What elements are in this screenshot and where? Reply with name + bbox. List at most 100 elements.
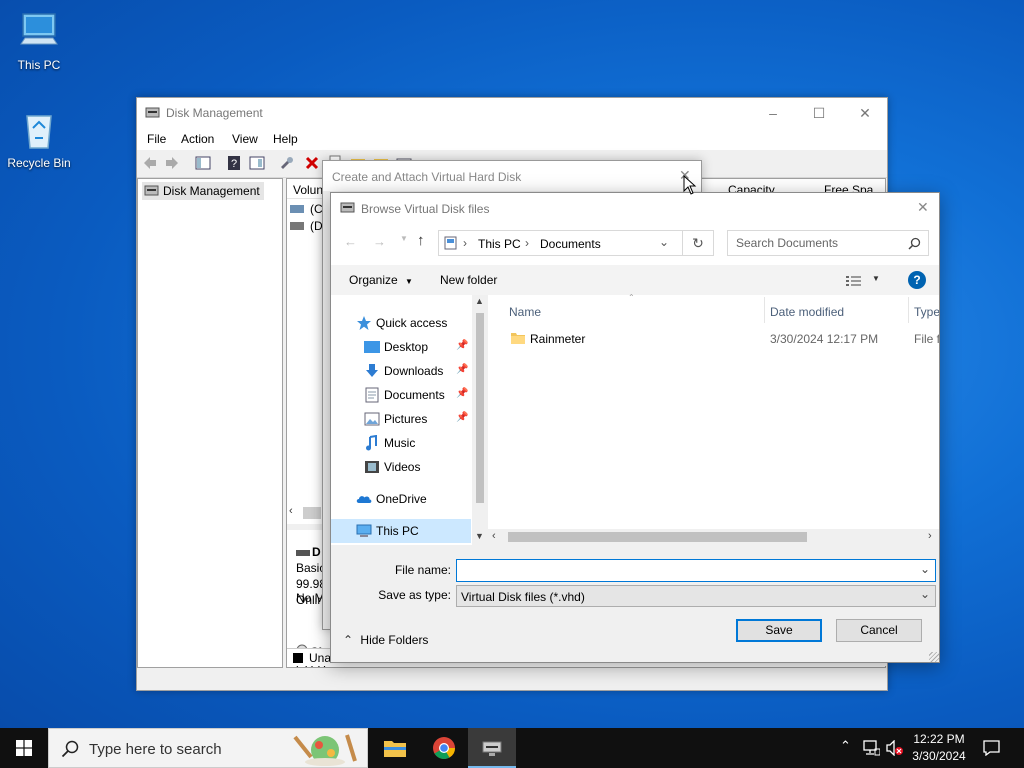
scroll-thumb[interactable] xyxy=(508,532,807,542)
this-pc-icon xyxy=(444,236,457,250)
forward-icon[interactable] xyxy=(164,155,180,171)
close-button[interactable]: ✕ xyxy=(842,98,888,128)
help-icon[interactable]: ? xyxy=(226,155,242,171)
address-bar[interactable]: › This PC › Documents ⌄ xyxy=(438,230,683,256)
file-name-input[interactable] xyxy=(461,562,911,580)
back-button[interactable]: ← xyxy=(344,234,357,249)
menu-view[interactable]: View xyxy=(232,132,258,146)
pin-icon[interactable]: 📌 xyxy=(456,412,468,423)
dialog-footer: File name: ⌄ Save as type: Virtual Disk … xyxy=(331,545,939,662)
properties-icon[interactable] xyxy=(249,155,265,171)
file-date: 3/30/2024 12:17 PM xyxy=(770,332,879,346)
scroll-left-arrow[interactable]: ‹ xyxy=(492,530,496,542)
nav-quick-access[interactable]: Quick access xyxy=(331,311,471,335)
computer-icon xyxy=(20,13,58,45)
nav-label: OneDrive xyxy=(376,492,427,506)
recent-locations-button[interactable]: ▼ xyxy=(400,234,408,243)
scroll-thumb[interactable] xyxy=(476,313,484,503)
refresh-button[interactable]: ↻ xyxy=(682,230,714,256)
back-icon[interactable] xyxy=(142,155,158,171)
show-hide-tree-icon[interactable] xyxy=(195,155,211,171)
scroll-up-arrow[interactable]: ▲ xyxy=(475,296,484,306)
scroll-left-button[interactable]: ‹ xyxy=(289,505,301,519)
save-as-type-value: Virtual Disk files (*.vhd) xyxy=(461,590,585,604)
pin-icon[interactable]: 📌 xyxy=(456,340,468,351)
windows-logo-icon xyxy=(16,740,32,756)
forward-button[interactable]: → xyxy=(373,234,386,249)
hide-folders-button[interactable]: ⌃ Hide Folders xyxy=(343,633,428,647)
chevron-down-icon: ⌄ xyxy=(920,587,931,601)
nav-videos[interactable]: Videos xyxy=(331,455,471,479)
taskbar-disk-management[interactable] xyxy=(468,728,516,768)
pin-icon[interactable]: 📌 xyxy=(456,388,468,399)
menu-file[interactable]: File xyxy=(147,132,166,146)
scroll-right-arrow[interactable]: › xyxy=(928,530,932,542)
nav-downloads[interactable]: Downloads 📌 xyxy=(331,359,471,383)
recycle-bin-icon xyxy=(26,115,52,149)
up-button[interactable]: ↑ xyxy=(417,232,425,249)
desktop-icon-recycle-bin[interactable]: Recycle Bin xyxy=(1,108,77,170)
breadcrumb-documents[interactable]: Documents xyxy=(540,237,601,251)
network-icon[interactable] xyxy=(863,740,880,756)
sort-indicator-icon: ⌃ xyxy=(628,293,635,302)
save-button[interactable]: Save xyxy=(736,619,822,642)
resize-grip[interactable] xyxy=(929,652,939,662)
menu-action[interactable]: Action xyxy=(181,132,214,146)
tree-item-disk-management[interactable]: Disk Management xyxy=(142,182,264,200)
disk-management-icon xyxy=(340,202,355,213)
view-options-dropdown-icon[interactable]: ▼ xyxy=(872,274,880,283)
column-header-date-modified[interactable]: Date modified xyxy=(770,305,844,319)
scroll-thumb[interactable] xyxy=(303,507,321,519)
desktop-icon xyxy=(364,341,380,353)
column-header-name[interactable]: Name xyxy=(509,305,541,319)
desktop-icon-label: Recycle Bin xyxy=(7,156,71,170)
nav-desktop[interactable]: Desktop 📌 xyxy=(331,335,471,359)
notifications-icon[interactable] xyxy=(983,740,1000,756)
clock[interactable]: 12:22 PM 3/30/2024 xyxy=(906,731,972,765)
show-hidden-icons-button[interactable]: ⌃ xyxy=(840,738,851,754)
taskbar-search-input[interactable] xyxy=(89,739,289,759)
menu-help[interactable]: Help xyxy=(273,132,298,146)
desktop-icon-this-pc[interactable]: This PC xyxy=(1,10,77,72)
file-name-label: File name: xyxy=(394,563,451,577)
column-separator[interactable] xyxy=(764,297,765,323)
column-separator[interactable] xyxy=(908,297,909,323)
nav-pictures[interactable]: Pictures 📌 xyxy=(331,407,471,431)
dialog-title: Browse Virtual Disk files xyxy=(361,202,490,216)
videos-icon xyxy=(365,461,379,473)
view-options-icon[interactable] xyxy=(846,275,862,287)
list-item[interactable]: Rainmeter 3/30/2024 12:17 PM File fo xyxy=(506,328,939,350)
column-header-type[interactable]: Type xyxy=(914,305,939,319)
nav-vertical-scrollbar[interactable]: ▲ ▼ xyxy=(472,295,488,545)
organize-button[interactable]: Organize ▼ xyxy=(349,273,413,287)
save-as-type-select[interactable]: Virtual Disk files (*.vhd) ⌄ xyxy=(456,585,936,607)
cancel-button[interactable]: Cancel xyxy=(836,619,922,642)
start-button[interactable] xyxy=(0,728,48,768)
nav-documents[interactable]: Documents 📌 xyxy=(331,383,471,407)
help-icon[interactable]: ? xyxy=(908,271,926,289)
nav-this-pc[interactable]: This PC xyxy=(331,519,471,543)
column-header-volume[interactable]: Volun xyxy=(293,183,323,197)
minimize-button[interactable]: – xyxy=(750,98,796,128)
nav-music[interactable]: Music xyxy=(331,431,471,455)
chevron-down-icon[interactable]: ⌄ xyxy=(920,562,930,576)
scroll-down-arrow[interactable]: ▼ xyxy=(475,531,484,541)
chevron-down-icon: ▼ xyxy=(405,277,413,286)
file-list-horizontal-scrollbar[interactable]: ‹ › xyxy=(488,529,939,545)
pin-icon[interactable]: 📌 xyxy=(456,364,468,375)
chevron-down-icon[interactable]: ⌄ xyxy=(659,235,669,249)
nav-label: Videos xyxy=(384,460,421,474)
new-folder-button[interactable]: New folder xyxy=(440,273,497,287)
taskbar-chrome[interactable] xyxy=(420,728,468,768)
breadcrumb-this-pc[interactable]: This PC xyxy=(478,237,521,251)
maximize-button[interactable]: ☐ xyxy=(796,98,842,128)
taskbar-file-explorer[interactable] xyxy=(371,728,419,768)
navigation-pane: Quick access Desktop 📌 Downloads 📌 Docum… xyxy=(331,295,486,545)
volume-muted-icon[interactable] xyxy=(886,740,904,756)
search-input[interactable] xyxy=(728,231,908,255)
delete-icon[interactable] xyxy=(304,155,320,171)
connect-icon[interactable] xyxy=(279,155,295,171)
close-button[interactable]: ✕ xyxy=(917,199,929,216)
nav-onedrive[interactable]: OneDrive xyxy=(331,487,471,511)
search-icon[interactable] xyxy=(908,237,921,250)
